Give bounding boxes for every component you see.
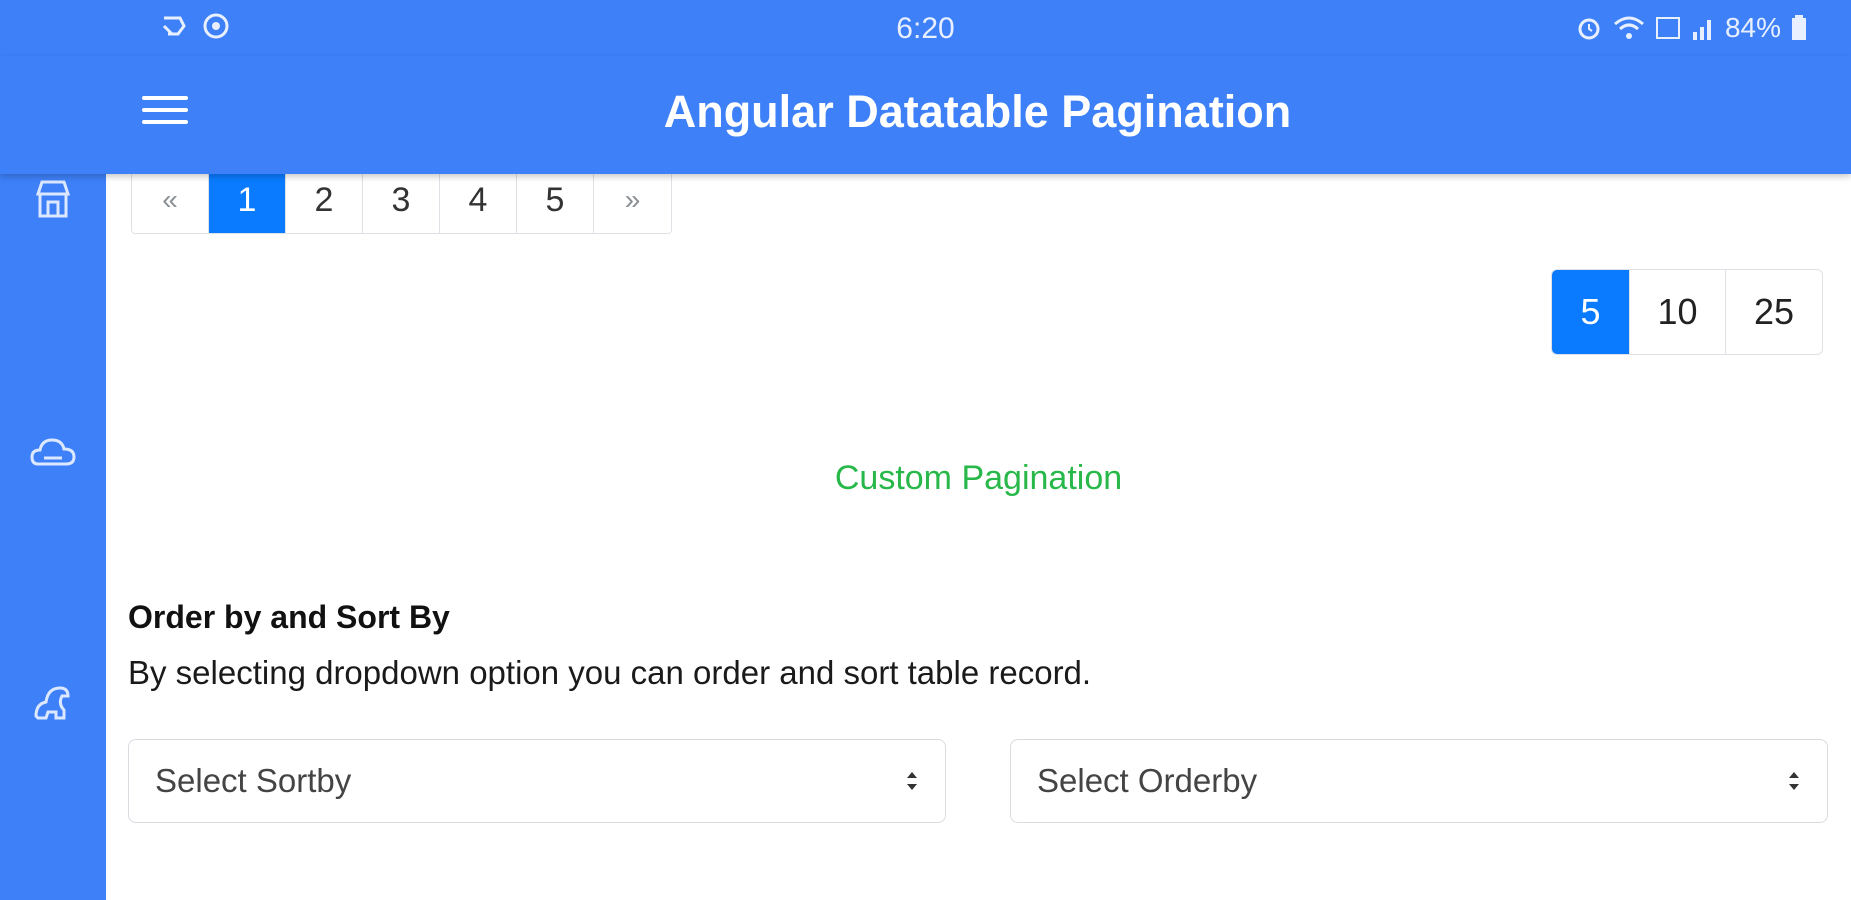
custom-pagination-label: Custom Pagination: [834, 459, 1123, 497]
pagination-prev[interactable]: «: [132, 167, 209, 233]
order-section-description: By selecting dropdown option you can ord…: [128, 654, 1092, 691]
main-content: « 1 2 3 4 5 » 5 10 25 Custom Pagination …: [106, 166, 1851, 900]
orderby-select-value: Select Orderby: [1037, 762, 1258, 799]
sortby-select[interactable]: Select Sortby: [128, 739, 946, 823]
pagination-page-5[interactable]: 5: [517, 167, 594, 233]
select-caret-icon: [1789, 772, 1799, 790]
order-section-title: Order by and Sort By: [128, 599, 450, 635]
alarm-icon: [1578, 18, 1600, 40]
volte-icon: [1655, 17, 1680, 39]
page-size-10[interactable]: 10: [1630, 270, 1726, 354]
pagination-page-2[interactable]: 2: [286, 167, 363, 233]
pagination-page-3[interactable]: 3: [363, 167, 440, 233]
signal-icon: [1692, 20, 1711, 40]
pagination-page-1[interactable]: 1: [209, 167, 286, 233]
orderby-select[interactable]: Select Orderby: [1010, 739, 1828, 823]
battery-icon: [1792, 15, 1806, 40]
dinosaur-icon[interactable]: [28, 676, 78, 726]
page-size-25[interactable]: 25: [1726, 270, 1822, 354]
sortby-select-value: Select Sortby: [155, 762, 352, 799]
pagination-next[interactable]: »: [594, 167, 671, 233]
battery-percent: 84%: [1724, 12, 1781, 43]
wifi-icon: [1613, 16, 1644, 39]
app-bar: Angular Datatable Pagination: [0, 56, 1851, 174]
pagination-page-4[interactable]: 4: [440, 167, 517, 233]
store-icon[interactable]: [28, 174, 78, 224]
cloud-icon[interactable]: [28, 428, 78, 478]
page-size-5[interactable]: 5: [1552, 270, 1630, 354]
status-right-icons: 84%: [1575, 12, 1807, 44]
pagination: « 1 2 3 4 5 »: [131, 166, 672, 234]
sidebar: [0, 56, 106, 900]
page-size-selector: 5 10 25: [1551, 269, 1823, 355]
select-caret-icon: [907, 772, 917, 790]
status-bar: 6:20 84%: [0, 0, 1851, 56]
status-time: 6:20: [896, 12, 955, 45]
page-title: Angular Datatable Pagination: [663, 86, 1292, 137]
